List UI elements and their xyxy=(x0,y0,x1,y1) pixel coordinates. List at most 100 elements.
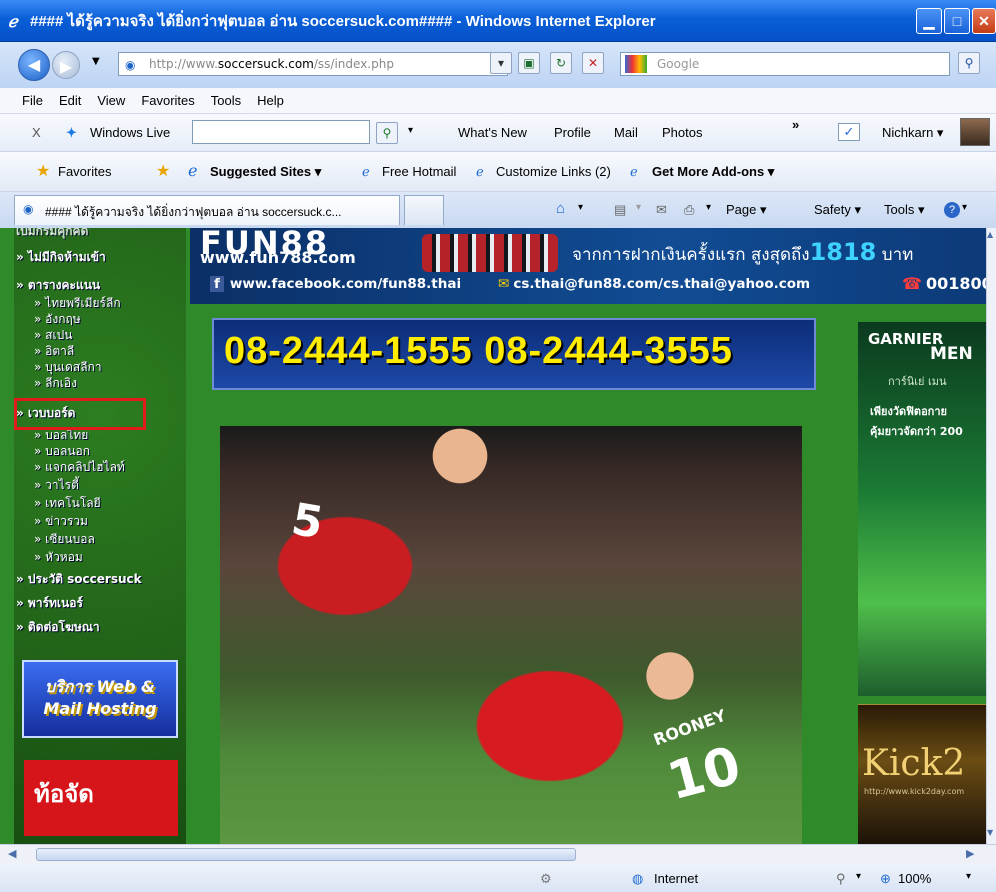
maximize-button[interactable]: □ xyxy=(944,8,970,34)
hotmail-page-icon: ℯ xyxy=(362,164,370,179)
close-button[interactable]: ✕ xyxy=(972,8,996,34)
tab-soccersuck[interactable]: ◉ #### ได้รู้ความจริง ได้ยิ่งกว่าฟุตบอล … xyxy=(14,195,400,225)
site-sidebar: เปมกรมคุกคด » ไม่มีกิจห้ามเข้า » ตารางคะ… xyxy=(14,228,186,844)
messenger-status-icon[interactable]: ✓ xyxy=(838,123,860,141)
help-icon[interactable]: ? xyxy=(944,202,960,218)
security-zone[interactable]: Internet xyxy=(654,871,698,886)
back-button[interactable]: ◀ xyxy=(18,49,50,81)
forward-button[interactable]: ▶ xyxy=(52,51,80,79)
whats-new-link[interactable]: What's New xyxy=(458,125,527,140)
suggested-sites-link[interactable]: Suggested Sites ▾ xyxy=(210,164,321,180)
menu-tools[interactable]: Tools xyxy=(211,93,241,108)
address-field[interactable]: ◉ http://www.soccersuck.com/ss/index.php xyxy=(118,52,508,76)
scroll-left-icon[interactable]: ◀ xyxy=(8,847,16,860)
read-mail-icon[interactable]: ✉ xyxy=(656,202,667,218)
sidebar-item-variety[interactable]: » วาไรตี้ xyxy=(34,476,79,495)
horizontal-scrollbar[interactable]: ◀ ▶ xyxy=(0,844,996,864)
home-icon[interactable]: ⌂ xyxy=(556,200,565,217)
windows-live-label[interactable]: Windows Live xyxy=(90,125,170,140)
sidebar-item-history[interactable]: » ประวัติ soccersuck xyxy=(16,570,142,589)
address-dropdown-icon[interactable]: ▾ xyxy=(490,52,512,74)
windows-live-search-icon[interactable]: ⚲ xyxy=(376,122,398,144)
internet-zone-icon: ◍ xyxy=(632,871,644,886)
menu-favorites[interactable]: Favorites xyxy=(141,93,194,108)
compatibility-view-icon[interactable]: ▣ xyxy=(518,52,540,74)
zoom-dropdown-icon[interactable]: ▾ xyxy=(966,871,971,882)
print-dropdown-icon[interactable]: ▾ xyxy=(706,202,711,213)
scroll-right-icon[interactable]: ▶ xyxy=(966,847,974,860)
sidebar-item-highlight-clips[interactable]: » แจกคลิปไฮไลท์ xyxy=(34,458,125,477)
casino-chips-image xyxy=(422,234,558,272)
mail-link[interactable]: Mail xyxy=(614,125,638,140)
url-prefix: http://www. xyxy=(149,57,218,71)
scroll-down-icon[interactable]: ▼ xyxy=(987,828,993,837)
safety-menu[interactable]: Safety ▾ xyxy=(814,202,861,218)
phone-number-banner[interactable]: 08-2444-1555 08-2444-3555 xyxy=(212,318,816,390)
get-more-addons-link[interactable]: Get More Add-ons ▾ xyxy=(652,164,774,180)
add-favorite-icon[interactable]: ★ xyxy=(156,161,170,181)
menu-edit[interactable]: Edit xyxy=(59,93,81,108)
search-button-icon[interactable]: ⚲ xyxy=(958,52,980,74)
sidebar-item-forbidden[interactable]: » ไม่มีกิจห้ามเข้า xyxy=(16,248,106,267)
hosting-line-2: Mail Hosting xyxy=(43,699,157,718)
search-options-dropdown-icon[interactable]: ▾ xyxy=(408,125,413,136)
home-dropdown-icon[interactable]: ▾ xyxy=(578,202,583,213)
sidebar-item-onion[interactable]: » หัวหอม xyxy=(34,548,83,567)
red-ad-banner[interactable]: ท้อจัด xyxy=(24,760,178,836)
print-icon[interactable]: ⎙ xyxy=(684,202,694,218)
feeds-icon[interactable]: ▤ xyxy=(614,202,626,218)
menu-view[interactable]: View xyxy=(97,93,125,108)
minimize-button[interactable]: ▁ xyxy=(916,8,942,34)
customize-links-link[interactable]: Customize Links (2) xyxy=(496,164,611,179)
zoom-level[interactable]: 100% xyxy=(898,871,931,886)
zoom-icon: ⊕ xyxy=(880,871,891,886)
more-chevron-icon[interactable]: » xyxy=(792,117,799,132)
horizontal-scroll-thumb[interactable] xyxy=(36,848,576,861)
favorites-button[interactable]: Favorites xyxy=(58,164,111,179)
windows-live-toolbar: X ✦ Windows Live ⚲ ▾ What's New Profile … xyxy=(0,114,996,152)
scroll-up-icon[interactable]: ▲ xyxy=(987,230,993,239)
status-bar: ⚙ ◍ Internet ⚲ ▾ ⊕ 100% ▾ xyxy=(0,864,996,892)
profile-link[interactable]: Profile xyxy=(554,125,591,140)
user-avatar[interactable] xyxy=(960,118,990,146)
jersey-number-5: 5 xyxy=(287,493,327,550)
email-icon: ✉ xyxy=(498,276,510,292)
sidebar-item-technology[interactable]: » เทคโนโลยี xyxy=(34,494,101,513)
status-settings-dropdown-icon[interactable]: ▾ xyxy=(856,871,861,882)
ie-logo-icon: ℯ xyxy=(8,14,18,31)
tools-menu[interactable]: Tools ▾ xyxy=(884,202,925,218)
fun88-promo: จากการฝากเงินครั้งแรก สูงสุดถึง1818 บาท xyxy=(572,238,913,268)
vertical-scrollbar[interactable]: ▲ ▼ xyxy=(986,228,996,844)
favorites-star-icon: ★ xyxy=(36,163,51,180)
page-menu[interactable]: Page ▾ xyxy=(726,202,767,218)
sidebar-item-standings[interactable]: » ตารางคะแนน xyxy=(16,276,100,295)
sidebar-item-news[interactable]: » ข่าวรวม xyxy=(34,512,88,531)
main-photo[interactable]: 5 ROONEY 10 xyxy=(220,426,802,844)
feeds-dropdown-icon[interactable]: ▾ xyxy=(636,202,641,213)
kick2day-ad[interactable]: Kick2 http://www.kick2day.com xyxy=(858,704,986,844)
photos-link[interactable]: Photos xyxy=(662,125,702,140)
user-menu[interactable]: Nichkarn ▾ xyxy=(882,125,943,141)
sidebar-item-cut[interactable]: เปมกรมคุกคด xyxy=(16,228,88,241)
menu-help[interactable]: Help xyxy=(257,93,284,108)
menu-file[interactable]: File xyxy=(22,93,43,108)
free-hotmail-link[interactable]: Free Hotmail xyxy=(382,164,456,179)
fun88-url: www.fun788.com xyxy=(200,248,356,267)
recent-pages-dropdown-icon[interactable]: ▼ xyxy=(92,56,100,67)
garnier-thai-name: การ์นิเย่ เมน xyxy=(888,375,947,388)
status-settings-icon[interactable]: ⚲ xyxy=(836,871,846,887)
close-toolbar-button[interactable]: X xyxy=(32,125,41,140)
garnier-men-ad[interactable]: GARNIER MEN การ์นิเย่ เมน เพียงวัดฟิตอกา… xyxy=(858,322,986,696)
search-input[interactable]: Google xyxy=(620,52,950,76)
refresh-icon[interactable]: ↻ xyxy=(550,52,572,74)
fun88-banner[interactable]: FUN88 www.fun788.com จากการฝากเงินครั้งแ… xyxy=(190,228,986,304)
sidebar-item-expert[interactable]: » เซียนบอล xyxy=(34,530,95,549)
hosting-banner[interactable]: บริการ Web & Mail Hosting xyxy=(22,660,178,738)
stop-icon[interactable]: ✕ xyxy=(582,52,604,74)
sidebar-item-partner[interactable]: » พาร์ทเนอร์ xyxy=(16,594,83,613)
sidebar-item-contact-ads[interactable]: » ติดต่อโฆษณา xyxy=(16,618,100,637)
new-tab-button[interactable] xyxy=(404,195,444,225)
help-dropdown-icon[interactable]: ▾ xyxy=(962,202,967,213)
windows-live-search-input[interactable] xyxy=(192,120,370,144)
sidebar-item-ligue1[interactable]: » ลีกเอิง xyxy=(34,374,77,393)
